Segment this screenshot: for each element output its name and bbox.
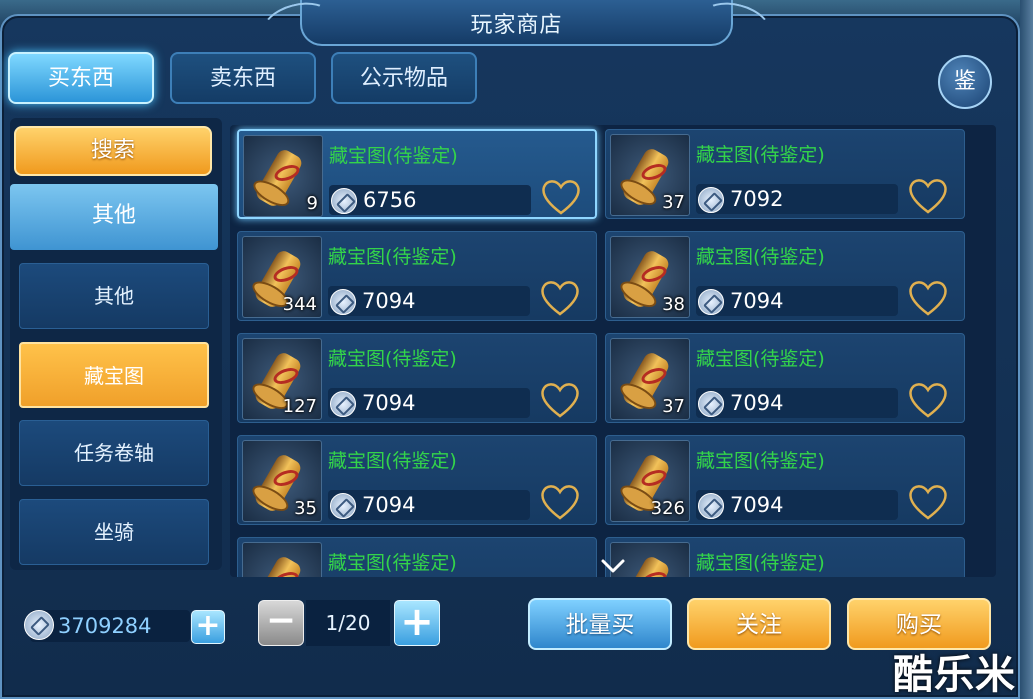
item-price: 7092 [730, 187, 784, 211]
price-box: 7094 [696, 286, 898, 316]
background-edge [1020, 0, 1033, 699]
item-card[interactable]: 35 藏宝图(待鉴定) 7094 [237, 435, 597, 525]
item-quantity: 37 [662, 192, 685, 213]
item-name: 藏宝图(待鉴定) [696, 450, 825, 472]
silver-coin-icon [330, 391, 356, 417]
item-card[interactable]: 344 藏宝图(待鉴定) 7094 [237, 231, 597, 321]
follow-button[interactable]: 关注 [687, 598, 831, 650]
search-button[interactable]: 搜索 [14, 126, 212, 176]
item-name: 藏宝图(待鉴定) [696, 552, 825, 574]
heart-icon[interactable] [906, 278, 950, 318]
item-price: 7094 [362, 391, 416, 415]
item-price: 7094 [730, 493, 784, 517]
treasure-map-icon: 127 [242, 338, 322, 420]
batch-buy-button[interactable]: 批量买 [528, 598, 672, 650]
treasure-map-icon: 35 [242, 440, 322, 522]
item-name: 藏宝图(待鉴定) [328, 552, 457, 574]
price-box: 7094 [328, 490, 530, 520]
item-name: 藏宝图(待鉴定) [328, 348, 457, 370]
item-card[interactable]: 藏宝图(待鉴定) [237, 537, 597, 577]
item-quantity: 344 [282, 294, 317, 315]
treasure-map-icon: 344 [242, 236, 322, 318]
subcategory-mount[interactable]: 坐骑 [19, 499, 209, 565]
item-name: 藏宝图(待鉴定) [696, 348, 825, 370]
item-price: 7094 [362, 289, 416, 313]
tab-buy[interactable]: 买东西 [8, 52, 154, 104]
heart-icon[interactable] [906, 176, 950, 216]
treasure-map-icon: 326 [610, 440, 690, 522]
treasure-map-icon: 37 [610, 134, 690, 216]
treasure-map-icon: 9 [243, 135, 323, 217]
heart-icon[interactable] [538, 482, 582, 522]
item-name: 藏宝图(待鉴定) [328, 450, 457, 472]
price-box: 7094 [696, 490, 898, 520]
heart-icon[interactable] [906, 482, 950, 522]
item-quantity: 326 [650, 498, 685, 519]
item-quantity: 38 [662, 294, 685, 315]
item-card[interactable]: 326 藏宝图(待鉴定) 7094 [605, 435, 965, 525]
treasure-map-icon: 38 [610, 236, 690, 318]
item-price: 7094 [730, 289, 784, 313]
watermark: 酷乐米 [893, 652, 1016, 698]
page-prev-button[interactable]: − [258, 600, 304, 646]
heart-icon[interactable] [539, 177, 583, 217]
heart-icon[interactable] [906, 380, 950, 420]
silver-coin-icon [698, 493, 724, 519]
heart-icon[interactable] [538, 278, 582, 318]
title-bar: 玩家商店 [258, 0, 775, 53]
silver-coin-icon [331, 188, 357, 214]
silver-coin-icon [330, 493, 356, 519]
item-name: 藏宝图(待鉴定) [328, 246, 457, 268]
item-price: 7094 [730, 391, 784, 415]
price-box: 7092 [696, 184, 898, 214]
item-card[interactable]: 藏宝图(待鉴定) [605, 537, 965, 577]
page-indicator: 1/20 [306, 600, 390, 646]
item-price: 7094 [362, 493, 416, 517]
silver-coin-icon [24, 610, 54, 640]
item-quantity: 127 [282, 396, 317, 417]
add-money-button[interactable]: + [191, 610, 225, 644]
price-box: 7094 [328, 388, 530, 418]
page-next-button[interactable]: + [394, 600, 440, 646]
item-card[interactable]: 37 藏宝图(待鉴定) 7092 [605, 129, 965, 219]
item-quantity: 37 [662, 396, 685, 417]
silver-coin-icon [698, 289, 724, 315]
item-quantity: 9 [306, 193, 318, 214]
subcategory-treasure-map[interactable]: 藏宝图 [19, 342, 209, 408]
appraise-button[interactable]: 鉴 [938, 55, 992, 109]
chevron-down-icon[interactable] [600, 556, 626, 576]
item-grid: 9 藏宝图(待鉴定) 6756 37 藏宝图(待鉴定) 7092 344 藏宝图(待鉴定) 70… [230, 125, 996, 577]
silver-coin-icon [330, 289, 356, 315]
price-box: 7094 [696, 388, 898, 418]
subcategory-other[interactable]: 其他 [19, 263, 209, 329]
item-price: 6756 [363, 188, 417, 212]
item-card[interactable]: 127 藏宝图(待鉴定) 7094 [237, 333, 597, 423]
heart-icon[interactable] [538, 380, 582, 420]
item-card[interactable]: 37 藏宝图(待鉴定) 7094 [605, 333, 965, 423]
category-main[interactable]: 其他 [10, 184, 218, 250]
item-name: 藏宝图(待鉴定) [696, 144, 825, 166]
tab-sell[interactable]: 卖东西 [170, 52, 316, 104]
item-card[interactable]: 38 藏宝图(待鉴定) 7094 [605, 231, 965, 321]
price-box: 6756 [329, 185, 531, 215]
window-title: 玩家商店 [470, 13, 563, 38]
tab-public-items[interactable]: 公示物品 [331, 52, 477, 104]
item-name: 藏宝图(待鉴定) [329, 145, 458, 167]
silver-coin-icon [698, 187, 724, 213]
price-box: 7094 [328, 286, 530, 316]
item-quantity: 35 [294, 498, 317, 519]
item-name: 藏宝图(待鉴定) [696, 246, 825, 268]
treasure-map-icon [242, 542, 322, 577]
treasure-map-icon: 37 [610, 338, 690, 420]
item-card[interactable]: 9 藏宝图(待鉴定) 6756 [237, 129, 597, 219]
subcategory-quest-scroll[interactable]: 任务卷轴 [19, 420, 209, 486]
silver-coin-icon [698, 391, 724, 417]
money-display: 3709284 [30, 610, 190, 642]
